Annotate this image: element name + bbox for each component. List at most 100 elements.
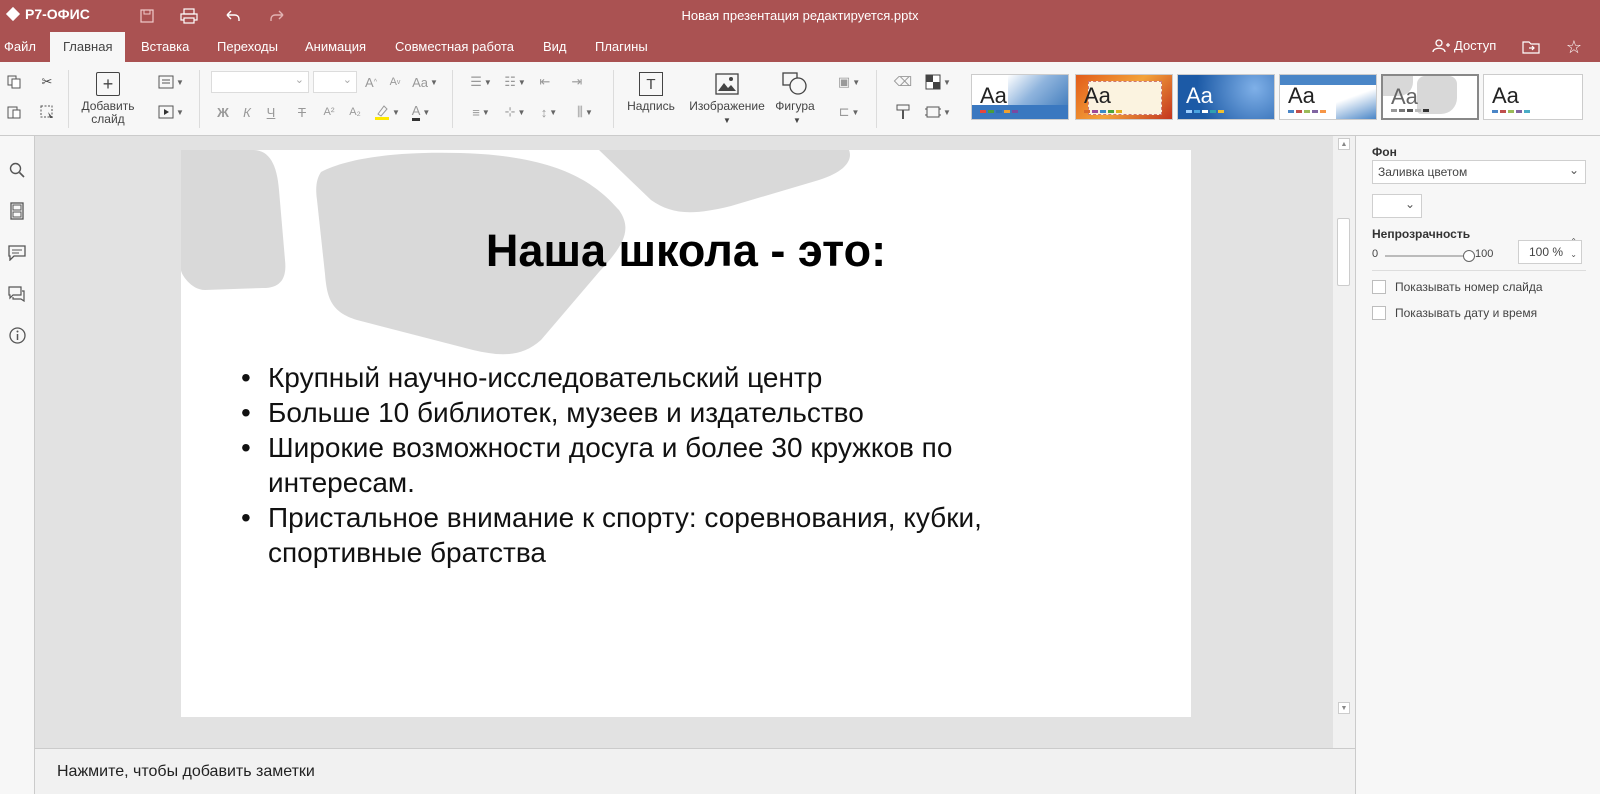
scroll-down-icon[interactable]: ▼ — [1338, 702, 1350, 714]
slide-canvas: Наша школа - это: Крупный научно-исследо… — [35, 136, 1355, 748]
arrange-icon[interactable]: ▣ ▼ — [833, 71, 865, 93]
slide-settings-panel: Фон Заливка цветом Непрозрачность 0 100 … — [1355, 136, 1600, 794]
show-slide-number-checkbox[interactable] — [1372, 280, 1386, 294]
vertical-scrollbar[interactable]: ▲ ▼ — [1333, 136, 1355, 748]
image-dropdown-icon[interactable]: ▼ — [722, 114, 732, 127]
increase-font-icon[interactable]: A ^ — [360, 71, 382, 93]
insert-shape-button[interactable]: Фигура — [770, 100, 820, 113]
theme-thumbnail[interactable]: Aa — [971, 74, 1069, 120]
slide[interactable]: Наша школа - это: Крупный научно-исследо… — [181, 150, 1191, 717]
opacity-spin-up-icon[interactable]: ⌃ — [1570, 237, 1577, 247]
bold-button[interactable]: Ж — [212, 101, 234, 123]
slide-bullet-list[interactable]: Крупный научно-исследовательский центр Б… — [241, 360, 1061, 570]
list-item[interactable]: Крупный научно-исследовательский центр — [241, 360, 1061, 395]
shape-dropdown-icon[interactable]: ▼ — [792, 114, 802, 127]
copy-style-icon[interactable] — [892, 101, 914, 123]
theme-sample-text: Aa — [1186, 83, 1213, 108]
highlight-color-icon[interactable]: ▼ — [372, 101, 402, 123]
about-icon[interactable] — [5, 323, 29, 347]
align-shapes-icon[interactable]: ⊏ ▼ — [833, 101, 865, 123]
notes-placeholder[interactable]: Нажмите, чтобы добавить заметки — [57, 763, 315, 781]
add-slide-icon[interactable]: + — [96, 72, 120, 96]
insert-image-button[interactable]: Изображение — [683, 100, 771, 113]
line-spacing-icon[interactable]: ↕ ▼ — [534, 101, 564, 123]
strikethrough-button[interactable]: Т — [291, 101, 313, 123]
notes-panel[interactable]: Нажмите, чтобы добавить заметки — [35, 748, 1355, 794]
tab-view[interactable]: Вид — [530, 32, 580, 62]
opacity-max: 100 — [1475, 248, 1494, 260]
clear-style-icon[interactable]: ⌫ — [892, 71, 914, 93]
numbered-list-icon[interactable]: ☷ ▼ — [500, 71, 530, 93]
add-slide-button[interactable]: Добавить слайд — [74, 100, 142, 126]
theme-thumbnail[interactable]: Aa — [1177, 74, 1275, 120]
fill-color-picker[interactable] — [1372, 193, 1422, 218]
comments-icon[interactable] — [5, 241, 29, 265]
show-date-time-label: Показывать дату и время — [1395, 306, 1538, 320]
decrease-indent-icon[interactable]: ⇤ — [534, 71, 556, 93]
opacity-spin-down-icon[interactable]: ⌄ — [1570, 250, 1577, 260]
font-color-icon[interactable]: A ▼ — [406, 101, 436, 123]
copy-icon[interactable] — [3, 71, 25, 93]
change-case-icon[interactable]: Aa ▼ — [408, 71, 442, 93]
tab-plugins[interactable]: Плагины — [582, 32, 661, 62]
list-item[interactable]: Пристальное внимание к спорту: соревнова… — [241, 500, 1061, 570]
image-icon[interactable] — [714, 72, 740, 96]
tab-collaboration[interactable]: Совместная работа — [382, 32, 527, 62]
start-slideshow-icon[interactable]: ▼ — [155, 101, 187, 123]
divider — [1372, 270, 1586, 271]
menu-tabs: Файл Главная Вставка Переходы Анимация С… — [0, 32, 1600, 62]
fill-type-select[interactable]: Заливка цветом — [1372, 159, 1586, 184]
tab-file[interactable]: Файл — [0, 32, 49, 62]
align-icon[interactable]: ≡ ▼ — [466, 101, 496, 123]
opacity-slider[interactable] — [1385, 250, 1475, 262]
list-item[interactable]: Больше 10 библиотек, музеев и издательст… — [241, 395, 1061, 430]
tab-animation[interactable]: Анимация — [292, 32, 379, 62]
opacity-min: 0 — [1372, 248, 1379, 260]
columns-icon[interactable]: ⫼ ▼ — [570, 101, 600, 123]
home-toolbar: ✂ + Добавить слайд ▼ ▼ A^ Av Aa▼ Ж К Ч Т… — [0, 62, 1600, 136]
star-icon[interactable]: ☆ — [1564, 37, 1584, 57]
font-name-select[interactable] — [211, 71, 309, 93]
tab-transitions[interactable]: Переходы — [204, 32, 291, 62]
decrease-font-icon[interactable]: Av — [384, 71, 406, 93]
shape-icon[interactable] — [782, 72, 808, 96]
select-all-icon[interactable] — [36, 101, 58, 123]
font-size-select[interactable] — [313, 71, 357, 93]
subscript-button[interactable]: A₂ — [344, 101, 366, 123]
cut-icon[interactable]: ✂ — [36, 71, 58, 93]
scroll-up-icon[interactable]: ▲ — [1338, 138, 1350, 150]
user-icon — [1432, 38, 1450, 52]
slide-size-icon[interactable]: ▼ — [921, 101, 955, 123]
opacity-slider-thumb[interactable] — [1463, 250, 1475, 262]
opacity-label: Непрозрачность — [1372, 227, 1471, 241]
opacity-input[interactable]: 100 % ⌃ ⌄ — [1518, 237, 1582, 264]
slide-title[interactable]: Наша школа - это: — [181, 225, 1191, 277]
show-date-time-checkbox[interactable] — [1372, 306, 1386, 320]
chat-icon[interactable] — [5, 282, 29, 306]
tab-home[interactable]: Главная — [50, 32, 126, 62]
search-icon[interactable] — [5, 158, 29, 182]
access-button[interactable]: Доступ — [1432, 38, 1496, 53]
color-scheme-icon[interactable]: ▼ — [921, 71, 955, 93]
increase-indent-icon[interactable]: ⇥ — [566, 71, 588, 93]
left-sidebar — [0, 136, 35, 794]
underline-button[interactable]: Ч — [260, 101, 282, 123]
italic-button[interactable]: К — [236, 101, 258, 123]
slides-panel-icon[interactable] — [5, 199, 29, 223]
slide-layout-icon[interactable]: ▼ — [155, 71, 187, 93]
theme-thumbnail[interactable]: Aa — [1483, 74, 1583, 120]
text-box-icon[interactable]: T — [639, 72, 663, 96]
insert-text-box-button[interactable]: Надпись — [622, 100, 680, 113]
theme-thumbnail-selected[interactable]: Aa — [1381, 74, 1479, 120]
vertical-align-icon[interactable]: ⊹ ▼ — [500, 101, 530, 123]
superscript-button[interactable]: A² — [318, 101, 340, 123]
document-title: Новая презентация редактируется.pptx — [681, 8, 919, 23]
bullet-list-icon[interactable]: ☰ ▼ — [466, 71, 496, 93]
theme-thumbnail[interactable]: Aa — [1279, 74, 1377, 120]
scrollbar-thumb[interactable] — [1337, 218, 1350, 286]
theme-thumbnail[interactable]: Aa — [1075, 74, 1173, 120]
paste-icon[interactable] — [3, 101, 25, 123]
list-item[interactable]: Широкие возможности досуга и более 30 кр… — [241, 430, 1061, 500]
tab-insert[interactable]: Вставка — [128, 32, 202, 62]
open-location-icon[interactable] — [1521, 37, 1541, 57]
